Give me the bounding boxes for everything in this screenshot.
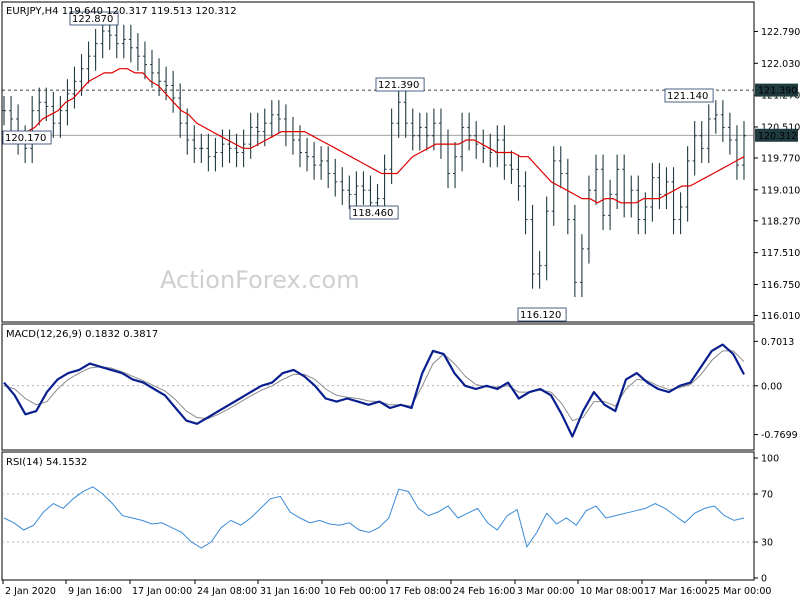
price-annotations: 122.870121.390121.140120.170118.460116.1… — [2, 11, 798, 322]
low-label-116120: 116.120 — [520, 310, 561, 321]
rsi-title: RSI(14) 54.1532 — [6, 457, 87, 468]
resistance-price-tag: 121.390 — [758, 86, 797, 97]
x-tick-label: 9 Jan 16:00 — [68, 586, 122, 597]
x-tick-label: 31 Jan 16:00 — [260, 586, 320, 597]
x-tick-label: 10 Feb 00:00 — [324, 586, 386, 597]
macd-y-axis: 0.7013 0.00 -0.7699 — [754, 337, 798, 441]
level-lines — [2, 89, 754, 543]
x-tick-label: 24 Feb 16:00 — [453, 586, 515, 597]
rsi-tick-label: 30 — [761, 538, 773, 549]
rsi-y-axis: 100 70 30 0 — [754, 454, 779, 585]
price-title: EURJPY,H4 119.640 120.317 119.513 120.31… — [6, 6, 237, 17]
watermark: ActionForex.com — [160, 266, 360, 294]
rsi-series-line — [3, 486, 745, 549]
price-y-axis: 122.790122.030121.270120.510119.770119.0… — [754, 27, 800, 322]
low-label-120170: 120.170 — [5, 133, 46, 144]
low-label-118460: 118.460 — [352, 208, 393, 219]
x-tick-label: 10 Mar 08:00 — [580, 586, 643, 597]
macd-tick-label: -0.7699 — [761, 430, 798, 441]
x-tick-label: 17 Jan 00:00 — [132, 586, 192, 597]
price-tick-label: 119.770 — [761, 153, 800, 164]
price-candles — [2, 16, 746, 298]
rsi-tick-label: 70 — [761, 490, 773, 501]
x-tick-label: 3 Mar 00:00 — [517, 586, 574, 597]
macd-panel — [1, 323, 755, 451]
macd-tick-label: 0.00 — [761, 381, 782, 392]
rsi-line — [3, 486, 745, 549]
price-tick-label: 117.510 — [761, 248, 800, 259]
rsi-tick-label: 100 — [761, 454, 779, 465]
macd-title: MACD(12,26,9) 0.1832 0.3817 — [6, 329, 158, 340]
current-price-tag: 120.312 — [758, 131, 797, 142]
price-tick-label: 116.750 — [761, 280, 800, 291]
price-tick-label: 119.010 — [761, 185, 800, 196]
price-tick-label: 116.010 — [761, 311, 800, 322]
x-tick-label: 17 Feb 08:00 — [389, 586, 451, 597]
moving-average — [3, 68, 745, 204]
price-tick-label: 118.270 — [761, 216, 800, 227]
macd-main-line — [3, 343, 745, 438]
high-label-121390: 121.390 — [378, 80, 419, 91]
price-tick-label: 122.030 — [761, 59, 800, 70]
price-panel — [1, 1, 755, 323]
macd-tick-label: 0.7013 — [761, 337, 794, 348]
ma-line — [3, 68, 745, 204]
macd-lines — [3, 343, 745, 438]
chart-canvas: ActionForex.com 122.790122.030121.270120… — [1, 1, 800, 597]
price-tick-label: 122.790 — [761, 27, 800, 38]
rsi-panel — [1, 451, 755, 581]
x-tick-label: 17 Mar 16:00 — [644, 586, 707, 597]
high-label-121140: 121.140 — [667, 91, 708, 102]
rsi-tick-label: 0 — [761, 574, 767, 585]
x-tick-label: 2 Jan 2020 — [5, 586, 56, 597]
x-tick-label: 24 Jan 08:00 — [197, 586, 257, 597]
x-tick-label: 25 Mar 00:00 — [708, 586, 771, 597]
time-x-axis: 2 Jan 2020 9 Jan 16:00 17 Jan 00:00 24 Jan … — [2, 580, 771, 597]
